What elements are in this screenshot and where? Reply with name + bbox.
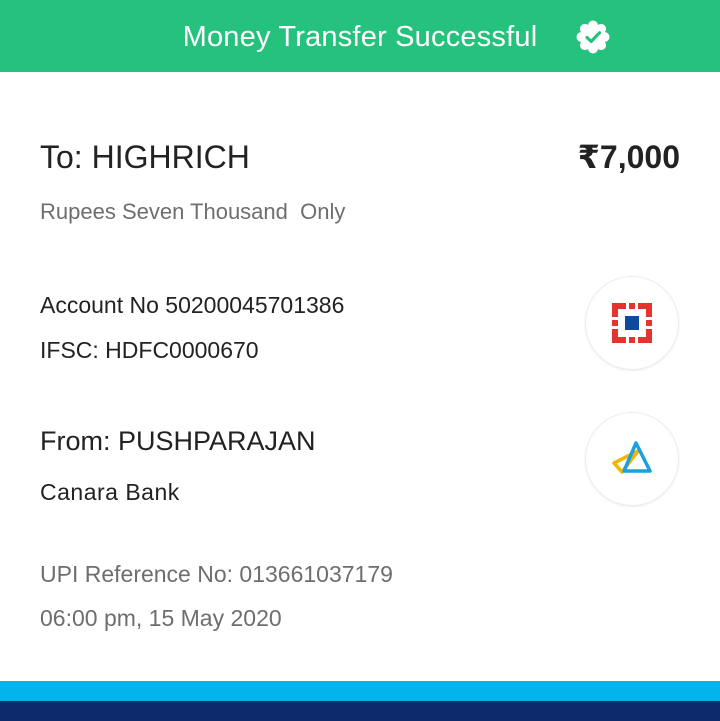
recipient-name: To: HIGHRICH — [40, 139, 250, 175]
amount-in-words: Rupees Seven Thousand Only — [40, 199, 346, 224]
sender-name: From: PUSHPARAJAN — [40, 426, 316, 456]
footer-band-light — [0, 681, 720, 701]
upi-reference-number: UPI Reference No: 013661037179 — [40, 561, 393, 587]
sender-bank-name: Canara Bank — [40, 479, 180, 505]
canara-bank-logo-icon — [612, 441, 652, 474]
transaction-timestamp: 06:00 pm, 15 May 2020 — [40, 605, 282, 631]
recipient-account-number: Account No 50200045701386 — [40, 292, 345, 318]
recipient-bank-logo — [585, 276, 679, 370]
verified-check-badge-icon — [576, 20, 610, 54]
transfer-receipt-screen: Money Transfer Successful To: HIGHRICH ₹… — [0, 0, 720, 721]
success-header: Money Transfer Successful — [0, 0, 720, 72]
hdfc-bank-logo-icon — [612, 303, 652, 343]
transfer-amount: ₹7,000 — [577, 139, 680, 175]
sender-bank-logo — [585, 412, 679, 506]
recipient-ifsc: IFSC: HDFC0000670 — [40, 337, 259, 363]
header-title: Money Transfer Successful — [182, 21, 538, 53]
footer-band-dark — [0, 701, 720, 721]
